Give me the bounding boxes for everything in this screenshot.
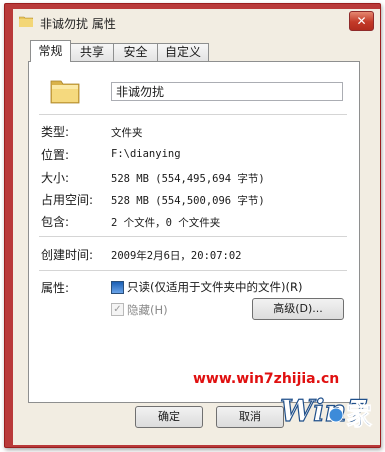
check-icon: ✓: [113, 304, 122, 315]
cancel-button[interactable]: 取消: [216, 406, 284, 428]
location-label: 位置:: [41, 148, 70, 162]
tab-sharing[interactable]: 共享: [70, 43, 114, 61]
folder-icon: [50, 80, 80, 104]
advanced-button[interactable]: 高级(D)...: [252, 298, 344, 320]
folder-name-input[interactable]: 非诚勿扰: [111, 82, 343, 101]
divider: [39, 270, 347, 271]
close-icon: ✕: [356, 14, 367, 28]
divider: [39, 114, 347, 115]
location-value: F:\dianying: [111, 148, 181, 160]
hidden-label[interactable]: 隐藏(H): [127, 302, 168, 318]
size-on-disk-label: 占用空间:: [41, 193, 94, 207]
title-bar[interactable]: 非诚勿扰 属性 ✕: [13, 9, 380, 35]
tab-general[interactable]: 常规: [30, 40, 71, 62]
size-on-disk-value: 528 MB (554,500,096 字节): [111, 195, 265, 207]
svg-text:家: 家: [346, 401, 372, 432]
folder-title-icon: [19, 16, 33, 27]
ok-button[interactable]: 确定: [135, 406, 203, 428]
contains-label: 包含:: [41, 215, 70, 229]
window-title: 非诚勿扰 属性: [40, 17, 116, 31]
attributes-label: 属性:: [41, 281, 70, 295]
general-panel: 非诚勿扰 类型: 文件夹 位置: F:\dianying 大小: 528 MB …: [28, 61, 360, 403]
type-value: 文件夹: [111, 127, 143, 139]
type-label: 类型:: [41, 125, 70, 139]
close-button[interactable]: ✕: [349, 11, 374, 31]
readonly-checkbox[interactable]: [111, 281, 124, 294]
hidden-checkbox[interactable]: ✓: [111, 303, 124, 316]
watermark-logo-icon: Win7 家: [279, 393, 372, 432]
readonly-label[interactable]: 只读(仅适用于文件夹中的文件)(R): [127, 279, 302, 295]
created-value: 2009年2月6日，20:07:02: [111, 250, 242, 262]
tab-security[interactable]: 安全: [113, 43, 158, 61]
created-label: 创建时间:: [41, 248, 94, 262]
size-label: 大小:: [41, 171, 70, 185]
size-value: 528 MB (554,495,694 字节): [111, 173, 265, 185]
divider: [39, 236, 347, 237]
contains-value: 2 个文件，0 个文件夹: [111, 217, 221, 229]
tab-customize[interactable]: 自定义: [157, 43, 209, 61]
